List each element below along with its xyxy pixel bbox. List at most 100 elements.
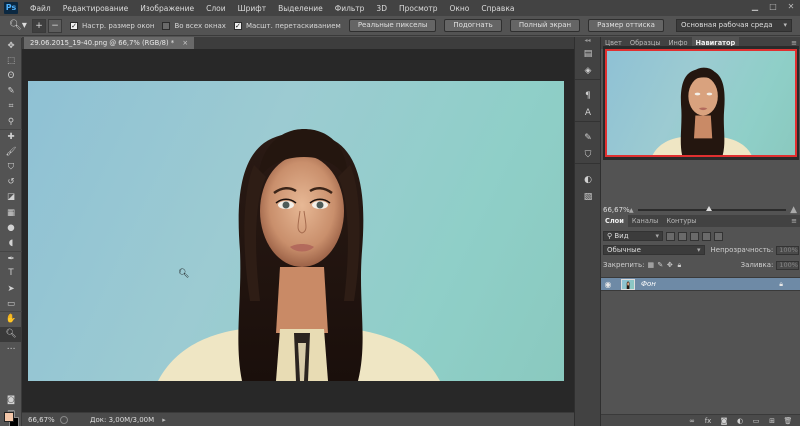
quick-select-tool-icon[interactable]: ✎ [0,84,22,99]
navigator-view-frame[interactable] [605,49,797,157]
slider-handle[interactable] [705,206,712,211]
scrubby-zoom-checkbox[interactable]: ✓ Масшт. перетаскиванием [233,21,341,30]
shape-tool-icon[interactable]: ▭ [0,296,22,311]
filter-smart-icon[interactable] [714,231,723,241]
layer-name[interactable]: Фон [641,280,656,288]
navigator-thumbnail[interactable] [603,46,799,160]
type-tool-icon[interactable]: T [0,266,22,281]
trash-icon[interactable]: 🗑︎ [783,416,793,426]
layer-row-background[interactable]: ◉ Фон 🔒︎ [601,277,800,291]
brush-panel-icon[interactable]: ✎ [575,129,601,146]
eraser-tool-icon[interactable]: ◪ [0,190,22,205]
menu-help[interactable]: Справка [475,4,520,13]
close-window-icon[interactable]: ✕ [786,2,796,12]
fill-field[interactable]: 100% [776,260,799,270]
menu-view[interactable]: Просмотр [393,4,444,13]
fit-screen-button[interactable]: Подогнать [444,19,502,32]
dodge-tool-icon[interactable]: ◖ [0,235,22,250]
healing-brush-tool-icon[interactable]: ✚ [0,129,22,144]
zoom-in-mountain-icon[interactable]: ▲ [790,205,797,215]
styles-panel-icon[interactable]: ▧ [575,188,601,205]
character-panel-icon[interactable]: A [575,104,601,121]
menu-file[interactable]: Файл [24,4,57,13]
lock-image-icon[interactable]: ✎ [657,261,664,270]
canvas-area[interactable]: 🔍︎ [22,49,574,412]
zoom-tool-preset-icon[interactable]: 🔍︎▾ [6,18,30,34]
tab-paths[interactable]: Контуры [662,215,700,227]
lock-all-icon[interactable]: 🔒︎ [676,261,683,270]
move-tool-icon[interactable]: ✥ [0,38,22,53]
filter-pixel-icon[interactable] [666,231,675,241]
filter-shape-icon[interactable] [702,231,711,241]
layer-style-icon[interactable]: fx [703,416,713,426]
panel-menu-icon[interactable]: ≡ [791,215,797,227]
navigator-zoom-value[interactable]: 66,67% [603,206,630,214]
eyedropper-tool-icon[interactable]: ⚲ [0,114,22,129]
close-tab-icon[interactable]: × [182,39,188,47]
menu-filter[interactable]: Фильтр [329,4,371,13]
crop-tool-icon[interactable]: ⌗ [0,99,22,114]
zoom-in-button[interactable]: + [32,18,46,33]
hand-tool-icon[interactable]: ✋ [0,311,22,326]
document-tab[interactable]: 29.06.2015_19-40.png @ 66,7% (RGB/8) * × [24,37,195,49]
paragraph-panel-icon[interactable]: ¶ [575,87,601,104]
tab-layers[interactable]: Слои [601,215,628,227]
pen-tool-icon[interactable]: ✒ [0,250,22,266]
zoom-cursor-icon: 🔍︎ [178,269,190,279]
all-windows-checkbox[interactable]: Во всех окнах [162,21,226,30]
collapse-icon[interactable]: ◂◂ [575,37,600,45]
zoom-out-mountain-icon[interactable]: ▲ [629,207,634,214]
menu-3d[interactable]: 3D [370,4,393,13]
minimize-icon[interactable]: ▁ [750,2,760,12]
workspace-select[interactable]: Основная рабочая среда ▾ [676,19,792,32]
menu-layer[interactable]: Слои [200,4,232,13]
menu-edit[interactable]: Редактирование [57,4,134,13]
clone-source-panel-icon[interactable]: ⛉ [575,146,601,163]
blur-tool-icon[interactable]: ● [0,220,22,235]
actual-pixels-button[interactable]: Реальные пикселы [348,19,437,32]
link-layers-icon[interactable]: ∞ [687,416,697,426]
marquee-tool-icon[interactable]: ⬚ [0,53,22,68]
lock-transparency-icon[interactable]: ▦ [647,261,654,270]
dock-divider [575,121,600,129]
document-canvas[interactable]: 🔍︎ [28,81,564,381]
checkbox-label: Настр. размер окон [82,21,155,30]
lock-position-icon[interactable]: ✥ [667,261,674,270]
filter-adjustment-icon[interactable] [678,231,687,241]
menu-window[interactable]: Окно [443,4,475,13]
clone-stamp-tool-icon[interactable]: ⛉ [0,160,22,175]
layer-filter-select[interactable]: ⚲ Вид ▾ [603,231,663,241]
blend-mode-select[interactable]: Обычные ▾ [603,245,705,255]
navigator-zoom-slider[interactable] [637,206,787,211]
resize-windows-checkbox[interactable]: ✓ Настр. размер окон [70,21,155,30]
filter-type-icon[interactable] [690,231,699,241]
path-select-tool-icon[interactable]: ➤ [0,281,22,296]
more-tools-icon[interactable]: ⋯ [0,342,22,357]
fill-screen-button[interactable]: Полный экран [509,19,581,32]
opacity-field[interactable]: 100% [776,245,799,255]
zoom-out-button[interactable]: − [48,18,62,33]
lasso-tool-icon[interactable]: ʘ [0,68,22,83]
foreground-color-swatch[interactable] [4,412,14,422]
menu-select[interactable]: Выделение [272,4,329,13]
new-layer-icon[interactable]: ⊞ [767,416,777,426]
adjustments-panel-icon[interactable]: ◐ [575,171,601,188]
chevron-right-icon[interactable]: ▸ [162,416,166,424]
zoom-tool-icon[interactable]: 🔍︎ [0,326,22,342]
eye-icon[interactable]: ◉ [601,280,615,289]
status-zoom-value[interactable]: 66,67% [28,416,56,424]
menu-image[interactable]: Изображение [134,4,200,13]
history-panel-icon[interactable]: ▤ [575,45,601,62]
history-brush-tool-icon[interactable]: ↺ [0,175,22,190]
gradient-tool-icon[interactable]: ▦ [0,205,22,220]
quick-mask-icon[interactable]: ◙ [0,392,22,407]
brush-tool-icon[interactable]: 🖌︎ [0,144,22,159]
maximize-icon[interactable]: □ [768,2,778,12]
menu-type[interactable]: Шрифт [232,4,272,13]
new-group-icon[interactable]: ▭ [751,416,761,426]
3d-panel-icon[interactable]: ◈ [575,62,601,79]
tab-channels[interactable]: Каналы [628,215,663,227]
add-mask-icon[interactable]: ◙ [719,416,729,426]
print-size-button[interactable]: Размер оттиска [588,19,664,32]
adjustment-layer-icon[interactable]: ◐ [735,416,745,426]
